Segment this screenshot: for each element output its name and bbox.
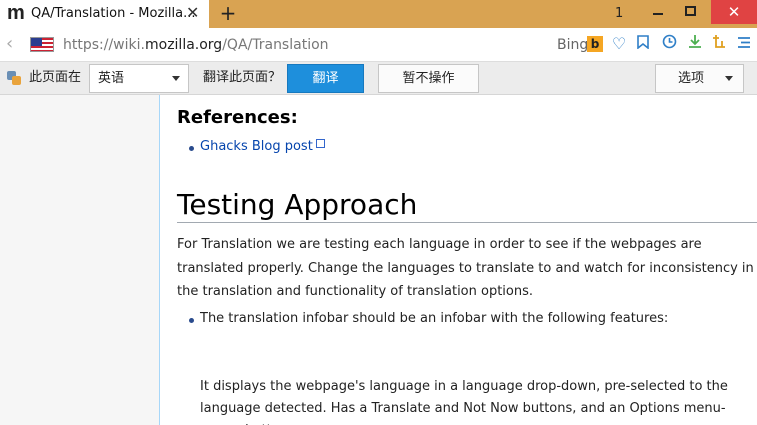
url-path: /QA/Translation xyxy=(222,37,329,53)
list-item: The translation infobar should be an inf… xyxy=(200,311,669,326)
new-tab-button[interactable]: + xyxy=(219,2,237,24)
language-value: 英语 xyxy=(98,71,125,86)
options-label: 选项 xyxy=(678,71,705,86)
history-icon[interactable] xyxy=(660,34,678,54)
tab-title: QA/Translation - Mozilla... xyxy=(31,6,196,21)
bookmark-icon[interactable] xyxy=(634,34,652,54)
active-tab[interactable]: m QA/Translation - Mozilla... ✕ xyxy=(0,0,209,28)
extension-icon[interactable] xyxy=(710,34,728,54)
list-bullet xyxy=(189,318,194,323)
search-engine-label[interactable]: Bing xyxy=(557,37,588,53)
url-bar[interactable]: https://wiki.mozilla.org/QA/Translation xyxy=(63,37,329,53)
translate-question: 翻译此页面？ xyxy=(203,70,282,85)
heading-divider xyxy=(177,222,757,223)
title-bar: m QA/Translation - Mozilla... ✕ + 1 ✕ xyxy=(0,0,757,28)
minimize-icon[interactable] xyxy=(653,13,663,15)
heart-icon[interactable]: ♡ xyxy=(610,34,628,54)
translate-button[interactable]: 翻译 xyxy=(287,64,364,93)
page-language-label: 此页面在 xyxy=(29,70,82,85)
references-heading: References: xyxy=(177,107,298,128)
tab-count-badge: 1 xyxy=(615,6,624,21)
tab-close-icon[interactable]: ✕ xyxy=(186,4,199,22)
url-domain: mozilla.org xyxy=(144,37,223,53)
url-prefix: https://wiki. xyxy=(63,37,145,53)
window-close-button[interactable]: ✕ xyxy=(711,0,757,24)
mozilla-wiki-favicon: m xyxy=(7,2,25,24)
translation-infobar: 此页面在 英语 翻译此页面？ 翻译 暂不操作 选项 xyxy=(0,62,757,95)
intro-paragraph: For Translation we are testing each lang… xyxy=(177,237,754,299)
wiki-sidebar xyxy=(0,95,160,425)
options-button[interactable]: 选项 xyxy=(655,64,744,93)
maximize-icon[interactable] xyxy=(685,6,696,16)
chevron-down-icon xyxy=(172,76,180,81)
us-flag-icon[interactable] xyxy=(30,37,54,52)
menu-icon[interactable] xyxy=(735,34,753,54)
not-now-button[interactable]: 暂不操作 xyxy=(378,64,479,93)
external-link-icon xyxy=(315,139,325,148)
ghacks-link-text: Ghacks Blog post xyxy=(200,139,313,154)
page-content: References: Ghacks Blog post Testing App… xyxy=(160,95,757,425)
chevron-down-icon xyxy=(725,76,733,81)
section-heading: Testing Approach xyxy=(177,188,418,221)
back-icon[interactable]: ‹ xyxy=(6,34,13,54)
list-item-description: It displays the webpage's language in a … xyxy=(200,379,728,425)
translate-icon xyxy=(6,70,22,86)
navigation-bar: ‹ https://wiki.mozilla.org/QA/Translatio… xyxy=(0,28,757,62)
bing-icon[interactable]: b xyxy=(587,36,603,52)
ghacks-blog-link[interactable]: Ghacks Blog post xyxy=(200,139,325,155)
language-dropdown[interactable]: 英语 xyxy=(89,64,189,93)
list-bullet xyxy=(189,146,194,151)
download-icon[interactable] xyxy=(686,34,704,54)
